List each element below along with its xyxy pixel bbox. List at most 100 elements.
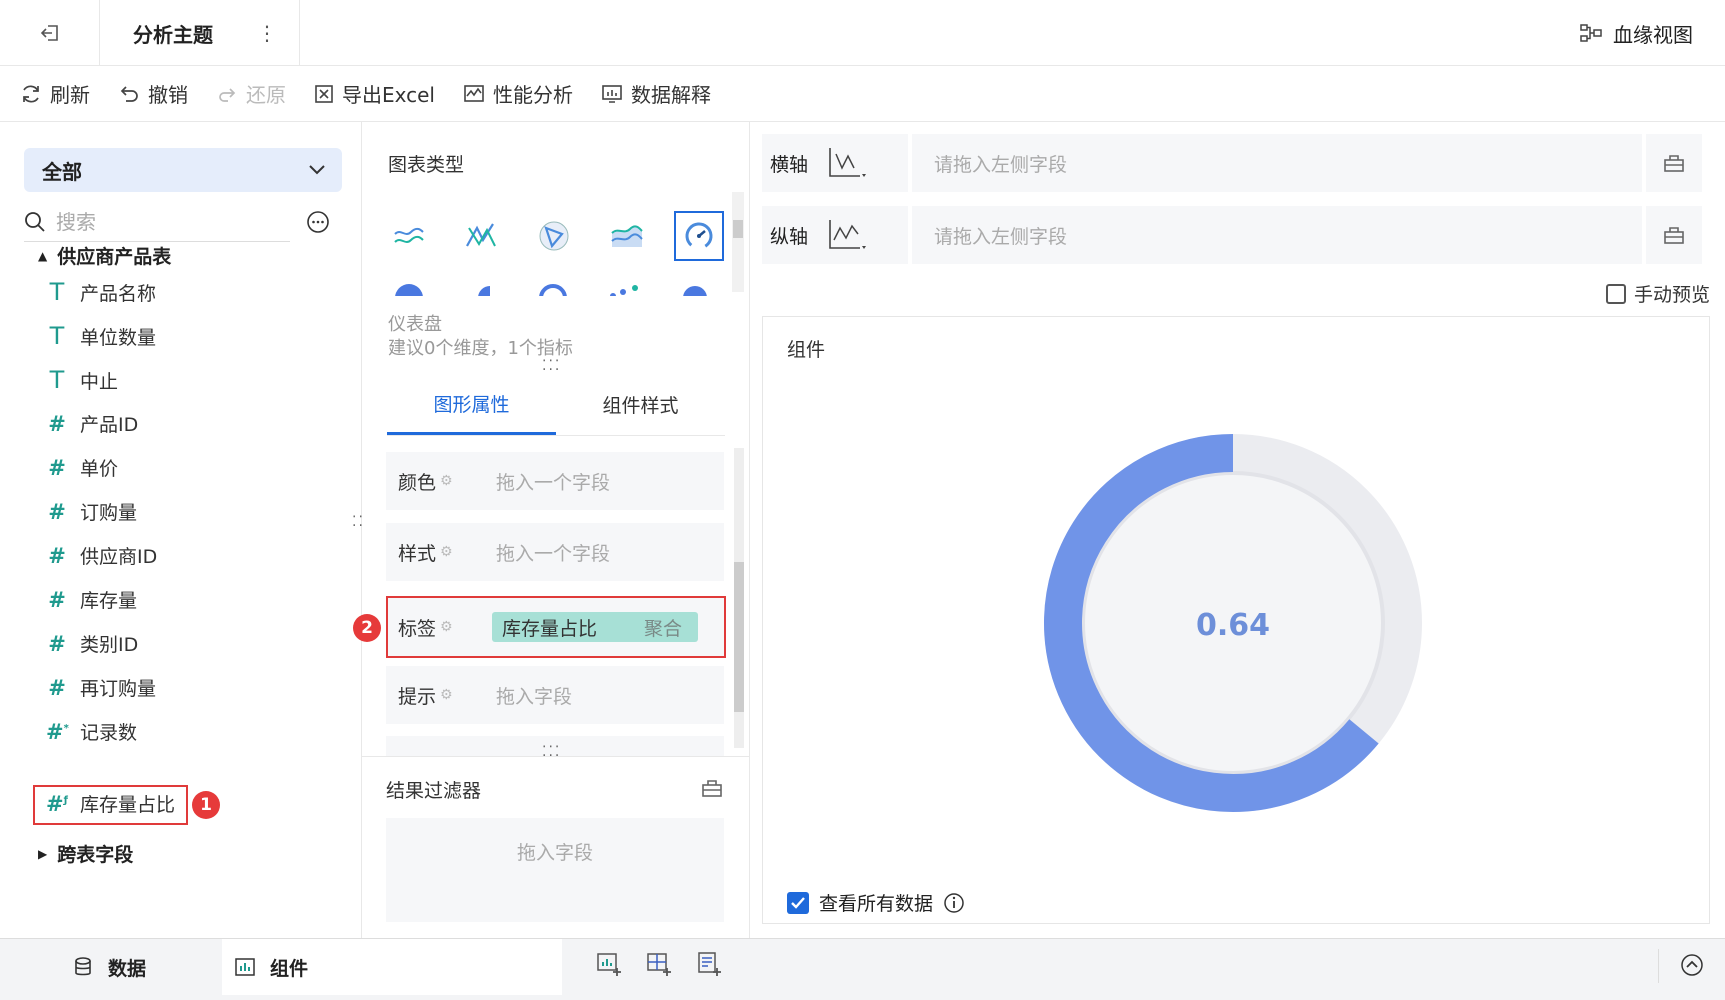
gauge-chart[interactable]: 0.64: [1043, 433, 1423, 813]
gear-icon[interactable]: ⚙: [440, 687, 453, 703]
manual-preview-checkbox[interactable]: [1606, 283, 1626, 304]
filter-placeholder: 拖入字段: [516, 842, 593, 864]
x-axis-row: 横轴 请拖入左侧字段: [762, 134, 1702, 192]
color-drop-zone[interactable]: 颜色 ⚙ 拖入一个字段: [386, 452, 724, 510]
tab-component[interactable]: 组件: [222, 939, 562, 995]
tab-component-label: 组件: [270, 957, 309, 980]
redo-button[interactable]: 还原: [216, 79, 286, 108]
view-all-label: 查看所有数据: [819, 893, 934, 915]
view-all-checkbox[interactable]: [787, 891, 809, 914]
view-all-data-toggle[interactable]: 查看所有数据: [787, 889, 965, 916]
step-badge-2: 2: [353, 614, 381, 642]
chart-type-scrollbar[interactable]: [732, 192, 744, 292]
field-item[interactable]: # 类别ID: [46, 630, 138, 657]
undo-label: 撤销: [148, 83, 188, 107]
field-name: 单价: [80, 458, 119, 480]
property-tabs: 图形属性 组件样式: [387, 374, 725, 436]
y-axis-label-box[interactable]: 纵轴: [762, 206, 908, 264]
field-item[interactable]: #* 记录数: [46, 718, 137, 745]
y-axis-drop-zone[interactable]: 请拖入左侧字段: [912, 206, 1642, 264]
y-axis-tool-button[interactable]: [1646, 206, 1702, 264]
number-field-icon: #: [48, 455, 66, 480]
redo-label: 还原: [246, 83, 286, 107]
field-item[interactable]: # 产品ID: [46, 410, 138, 437]
field-item[interactable]: # 单价: [46, 454, 118, 481]
gear-icon[interactable]: ⚙: [440, 544, 453, 560]
toolbar: 刷新 撤销 还原 导出Excel 性能分析 数据解释: [0, 66, 1725, 122]
text-field-icon: T: [49, 322, 65, 350]
collapse-up-icon[interactable]: [1680, 953, 1704, 977]
tab-graphic-properties[interactable]: 图形属性: [387, 374, 556, 435]
info-icon[interactable]: [943, 892, 965, 914]
back-button[interactable]: [0, 0, 100, 66]
more-vertical-icon[interactable]: ⋮: [257, 21, 277, 45]
search-icon: [25, 211, 45, 232]
field-item[interactable]: # 库存量: [46, 586, 137, 613]
explain-button[interactable]: 数据解释: [601, 79, 711, 108]
x-axis-icon: [829, 148, 867, 177]
manual-preview-label: 手动预览: [1634, 284, 1711, 306]
x-axis-drop-zone[interactable]: 请拖入左侧字段: [912, 134, 1642, 192]
section-resize-handle[interactable]: ⁚⁚⁚: [542, 359, 561, 373]
explain-label: 数据解释: [630, 83, 711, 107]
field-item[interactable]: # 再订购量: [46, 674, 156, 701]
tooltip-drop-zone[interactable]: 提示 ⚙ 拖入字段: [386, 666, 724, 724]
toolbox-icon[interactable]: [701, 778, 723, 798]
gauge-value-label: 0.64: [1196, 608, 1270, 643]
export-excel-button[interactable]: 导出Excel: [314, 79, 435, 108]
add-report-icon[interactable]: [696, 951, 722, 977]
x-axis-label: 横轴: [770, 153, 809, 176]
field-name: 供应商ID: [80, 546, 158, 568]
refresh-label: 刷新: [50, 83, 90, 107]
exit-icon: [40, 25, 58, 41]
style-drop-zone[interactable]: 样式 ⚙ 拖入一个字段: [386, 523, 724, 581]
database-icon: [75, 957, 91, 976]
field-name: 订购量: [80, 502, 138, 524]
field-item[interactable]: T 中止: [46, 366, 118, 394]
lineage-view-button[interactable]: 血缘视图: [1579, 0, 1693, 66]
add-dashboard-icon[interactable]: [646, 951, 672, 977]
x-axis-tool-button[interactable]: [1646, 134, 1702, 192]
tab-component-style[interactable]: 组件样式: [556, 374, 725, 435]
lineage-label: 血缘视图: [1613, 22, 1693, 47]
bottom-bar: 数据 组件: [0, 938, 1725, 1000]
table-selector[interactable]: 全部: [24, 148, 342, 192]
chart-type-line-icon[interactable]: [388, 215, 430, 257]
table-tree-node[interactable]: ▲ 供应商产品表: [38, 242, 171, 269]
chart-type-radar-line-icon[interactable]: [460, 215, 502, 257]
tab-data[interactable]: 数据: [72, 939, 146, 995]
undo-button[interactable]: 撤销: [118, 79, 188, 108]
field-item[interactable]: # 供应商ID: [46, 542, 157, 569]
cross-table-node[interactable]: ▶ 跨表字段: [38, 840, 133, 867]
chart-type-label: 图表类型: [388, 154, 465, 176]
caret-down-icon: ▲: [38, 248, 48, 263]
manual-preview-toggle[interactable]: 手动预览: [1606, 280, 1710, 307]
excel-icon: [315, 84, 333, 103]
chart-type-row-2: [395, 284, 725, 296]
chart-type-radar-icon[interactable]: [533, 215, 575, 257]
more-options-icon[interactable]: [306, 210, 330, 234]
x-axis-label-box[interactable]: 横轴: [762, 134, 908, 192]
props-scroll-thumb[interactable]: [734, 562, 744, 712]
tooltip-label-text: 提示: [398, 685, 437, 708]
gear-icon[interactable]: ⚙: [440, 473, 453, 489]
chart-type-gauge-selected[interactable]: [674, 211, 724, 261]
field-item[interactable]: # 订购量: [46, 498, 137, 525]
filter-resize-handle[interactable]: ⁚⁚⁚: [542, 745, 561, 759]
chart-type-area-icon[interactable]: [606, 215, 648, 257]
refresh-button[interactable]: 刷新: [20, 79, 90, 108]
field-item[interactable]: T 产品名称: [46, 278, 156, 306]
field-name: 库存量: [80, 590, 138, 612]
field-item[interactable]: T 单位数量: [46, 322, 156, 350]
y-axis-row: 纵轴 请拖入左侧字段: [762, 206, 1702, 264]
number-field-icon: #: [48, 543, 66, 568]
count-field-icon: #*: [46, 719, 69, 744]
add-component-icon[interactable]: [596, 951, 622, 977]
performance-button[interactable]: 性能分析: [463, 79, 573, 108]
search-input[interactable]: [56, 209, 256, 234]
field-name: 类别ID: [80, 634, 139, 656]
explain-icon: [602, 84, 622, 103]
table-name: 供应商产品表: [57, 246, 172, 268]
performance-icon: [464, 84, 484, 102]
result-filter-drop-zone[interactable]: 拖入字段: [386, 818, 724, 922]
